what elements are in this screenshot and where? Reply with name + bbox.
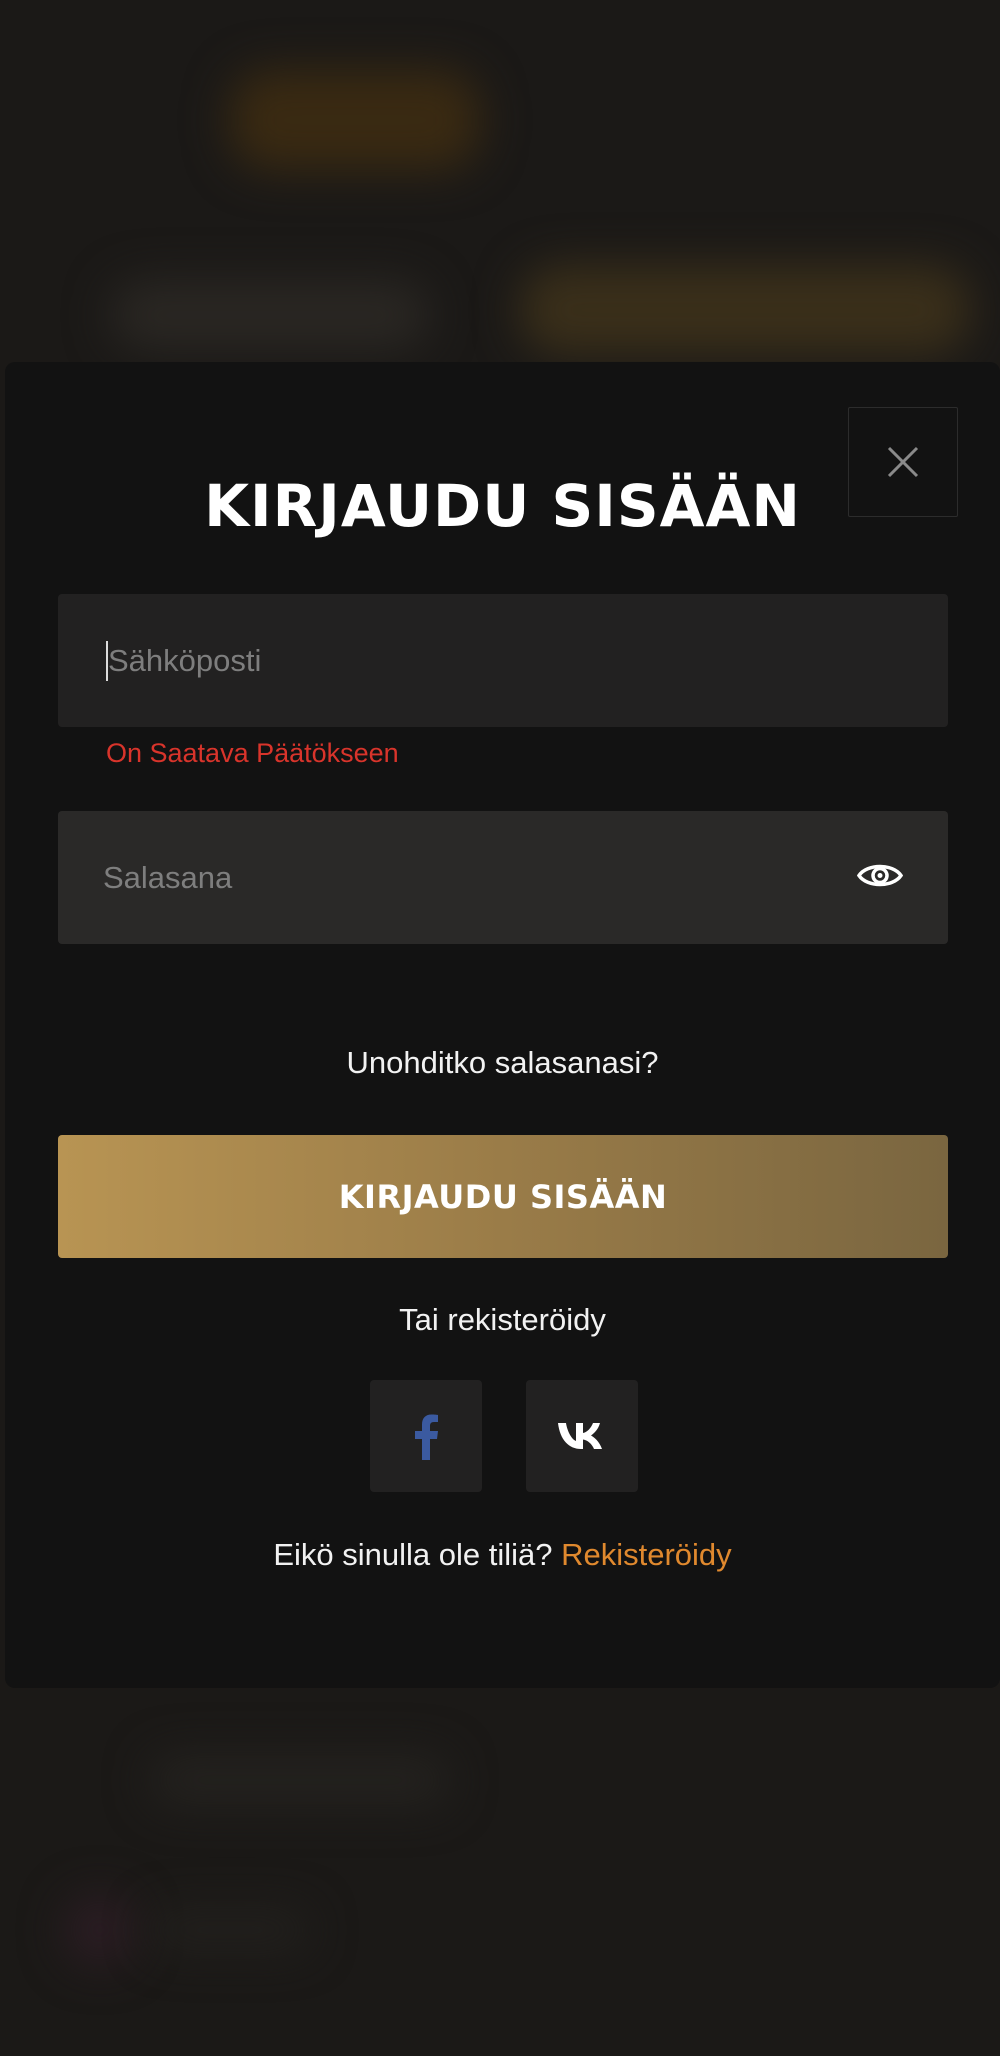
background-avatar [65,1895,135,1965]
email-input[interactable] [106,640,948,681]
email-error-message: On Saatava Päätökseen [106,738,399,768]
email-field[interactable] [58,594,948,727]
password-field[interactable] [58,811,948,944]
show-password-button[interactable] [856,860,904,895]
login-button[interactable]: KIRJAUDU SISÄÄN [58,1135,948,1258]
background-text [150,1910,310,1950]
background-logo [230,70,480,170]
background-button [520,265,970,355]
facebook-login-button[interactable] [370,1380,482,1492]
signup-prompt-text: Eikö sinulla ole tiliä? [273,1537,553,1572]
vk-icon [558,1423,602,1449]
register-link[interactable]: Rekisteröidy [561,1537,732,1572]
modal-title: KIRJAUDU SISÄÄN [204,472,801,540]
vk-login-button[interactable] [526,1380,638,1492]
background-button [110,280,430,350]
login-modal: KIRJAUDU SISÄÄN On Saatava Päätökseen Un… [5,362,1000,1688]
facebook-icon [415,1414,438,1460]
password-input[interactable] [58,811,948,944]
or-register-label: Tai rekisteröidy [399,1302,606,1337]
signup-prompt: Eikö sinulla ole tiliä? Rekisteröidy [5,1537,1000,1573]
eye-icon [856,864,904,886]
forgot-password-link[interactable]: Unohditko salasanasi? [5,1045,1000,1081]
background-text [150,1755,450,1805]
